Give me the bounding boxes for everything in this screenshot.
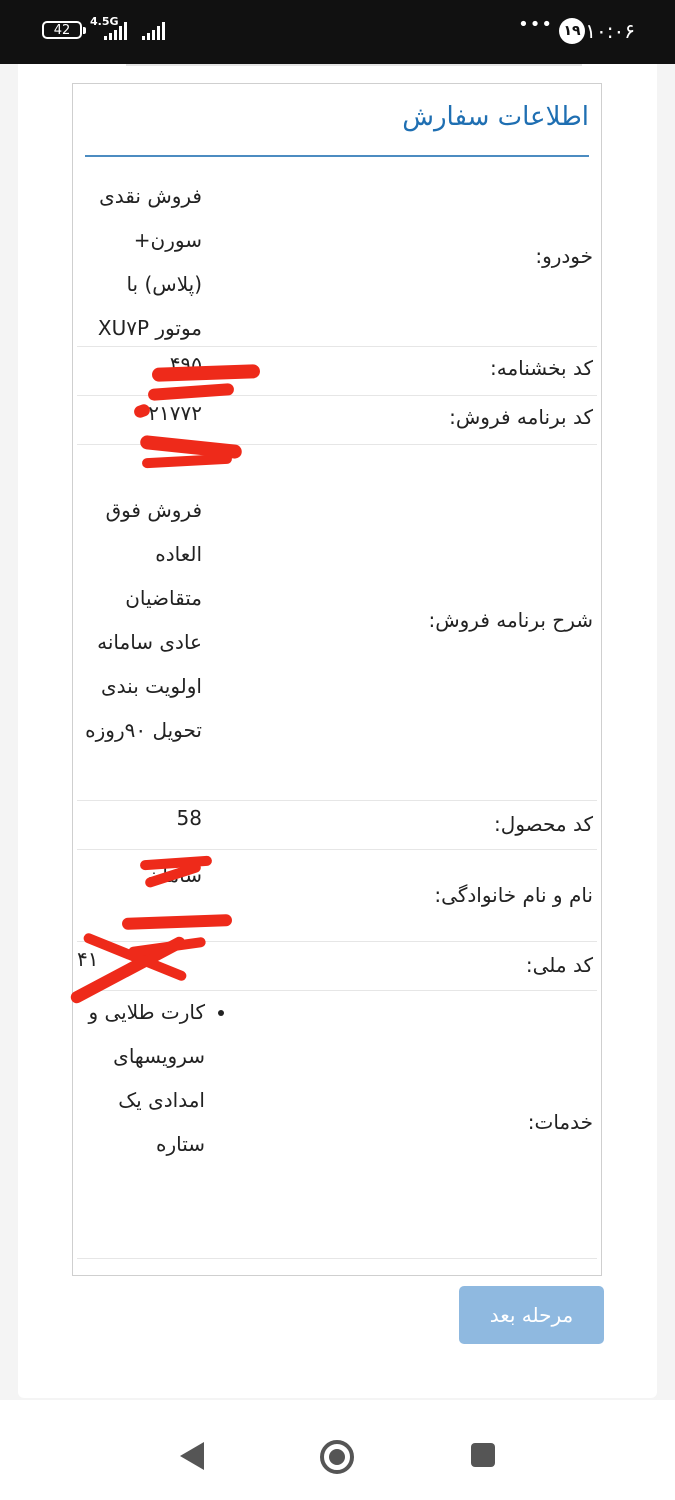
signal-icon	[104, 22, 127, 40]
title-divider	[85, 155, 589, 157]
panel-title: اطلاعات سفارش	[402, 102, 589, 132]
agency-code-label: کد بخشنامه:	[490, 356, 593, 380]
national-id-label: کد ملی:	[525, 953, 593, 977]
product-code-value: 58	[176, 806, 202, 830]
full-name-label: نام و نام خانوادگی:	[434, 883, 593, 907]
row-services: خدمات: کارت طلایی و سرویسهای امدادی یک س…	[77, 990, 597, 1259]
sale-program-code-label: کد برنامه فروش:	[449, 405, 593, 429]
service-item: کارت طلایی و سرویسهای امدادی یک ستاره	[77, 990, 205, 1166]
overflow-icon: •••	[518, 14, 553, 35]
sale-program-desc-value: فروش فوق العاده متقاضیان عادی سامانه اول…	[85, 498, 202, 742]
row-sale-program-desc: شرح برنامه فروش: فروش فوق العاده متقاضیا…	[77, 444, 597, 801]
services-value: کارت طلایی و سرویسهای امدادی یک ستاره	[77, 990, 227, 1166]
page-card: اطلاعات سفارش خودرو: فروش نقدی سورن+ (پل…	[18, 64, 657, 1398]
sale-program-desc-label: شرح برنامه فروش:	[428, 608, 593, 632]
services-label: خدمات:	[527, 1110, 593, 1134]
signal-icon-2	[142, 22, 165, 40]
next-step-button[interactable]: مرحله بعد	[459, 1286, 604, 1344]
row-car: خودرو: فروش نقدی سورن+ (پلاس) با موتور X…	[77, 170, 597, 347]
battery-level: 42	[53, 22, 71, 38]
divider	[126, 64, 582, 66]
row-product-code: کد محصول: 58	[77, 800, 597, 850]
product-code-label: کد محصول:	[494, 812, 593, 836]
car-label: خودرو:	[535, 244, 593, 268]
status-bar: 42 4.5G ••• ۱۹ ۱۰:۰۶	[0, 0, 675, 64]
nav-back-icon[interactable]	[180, 1442, 204, 1470]
clock: ۱۰:۰۶	[585, 19, 635, 43]
notification-badge: ۱۹	[559, 18, 585, 44]
battery-icon: 42	[42, 21, 86, 39]
nav-home-icon[interactable]	[320, 1440, 354, 1474]
services-list: کارت طلایی و سرویسهای امدادی یک ستاره	[77, 990, 227, 1166]
nav-recents-icon[interactable]	[471, 1443, 495, 1467]
order-info-panel: اطلاعات سفارش خودرو: فروش نقدی سورن+ (پل…	[72, 83, 602, 1276]
car-value: فروش نقدی سورن+ (پلاس) با موتور XU۷P	[97, 184, 202, 340]
